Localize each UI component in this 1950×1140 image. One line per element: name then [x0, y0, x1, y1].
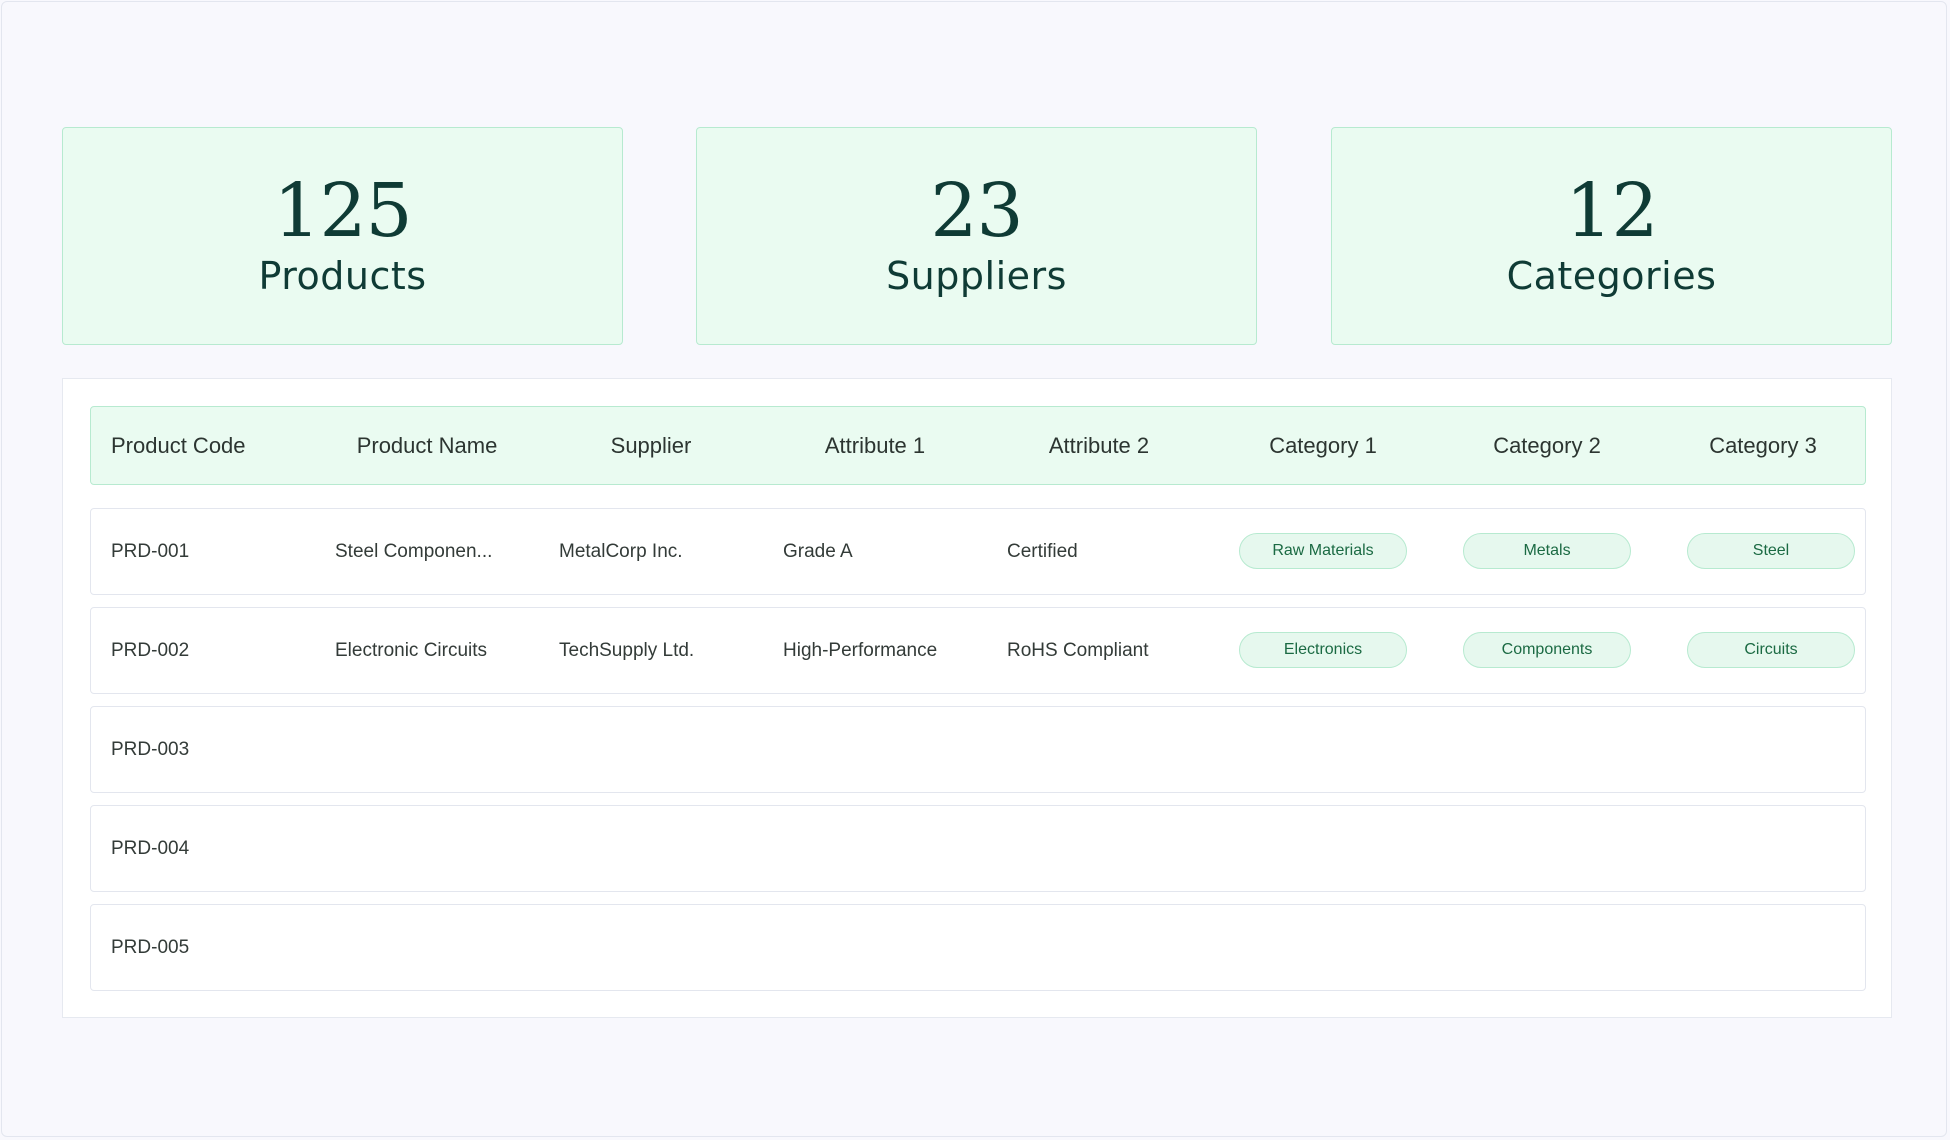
- stat-value: 23: [930, 168, 1023, 254]
- table-row[interactable]: PRD-001 Steel Componen... MetalCorp Inc.…: [90, 508, 1866, 595]
- category-tag[interactable]: Electronics: [1239, 632, 1407, 668]
- cell-product-name: Steel Componen...: [335, 541, 493, 562]
- cell-attribute-2: Certified: [1007, 541, 1078, 562]
- cell-product-code: PRD-003: [111, 739, 190, 760]
- table-row[interactable]: PRD-002 Electronic Circuits TechSupply L…: [90, 607, 1866, 694]
- cell-supplier: TechSupply Ltd.: [559, 640, 695, 661]
- cell-product-code: PRD-002: [111, 640, 190, 661]
- cell-product-code: PRD-001: [111, 541, 190, 562]
- cell-attribute-2: RoHS Compliant: [1007, 640, 1149, 661]
- table-row[interactable]: PRD-005: [90, 904, 1866, 991]
- category-tag[interactable]: Steel: [1687, 533, 1855, 569]
- table-header: Product Code Product Name Supplier Attri…: [90, 406, 1866, 485]
- category-tag[interactable]: Metals: [1463, 533, 1631, 569]
- category-tag[interactable]: Circuits: [1687, 632, 1855, 668]
- cell-attribute-1: Grade A: [783, 541, 853, 562]
- stat-label: Suppliers: [886, 254, 1067, 298]
- column-header-category-1[interactable]: Category 1: [1211, 407, 1435, 484]
- category-tag[interactable]: Components: [1463, 632, 1631, 668]
- stat-card-products[interactable]: 125 Products: [62, 127, 623, 345]
- stat-value: 125: [273, 168, 412, 254]
- table-row[interactable]: PRD-003: [90, 706, 1866, 793]
- column-header-attribute-2[interactable]: Attribute 2: [987, 407, 1211, 484]
- cell-attribute-1: High-Performance: [783, 640, 938, 661]
- cell-supplier: MetalCorp Inc.: [559, 541, 683, 562]
- column-header-product-name[interactable]: Product Name: [315, 407, 539, 484]
- column-header-category-2[interactable]: Category 2: [1435, 407, 1659, 484]
- stats-row: 125 Products 23 Suppliers 12 Categories: [62, 127, 1892, 345]
- cell-product-code: PRD-004: [111, 838, 190, 859]
- table-row[interactable]: PRD-004: [90, 805, 1866, 892]
- cell-product-code: PRD-005: [111, 937, 190, 958]
- stat-card-suppliers[interactable]: 23 Suppliers: [696, 127, 1257, 345]
- column-header-category-3[interactable]: Category 3: [1659, 407, 1867, 484]
- stat-label: Categories: [1506, 254, 1717, 298]
- column-header-supplier[interactable]: Supplier: [539, 407, 763, 484]
- cell-product-name: Electronic Circuits: [335, 640, 488, 661]
- category-tag[interactable]: Raw Materials: [1239, 533, 1407, 569]
- stat-value: 12: [1565, 168, 1658, 254]
- stat-card-categories[interactable]: 12 Categories: [1331, 127, 1892, 345]
- column-header-attribute-1[interactable]: Attribute 1: [763, 407, 987, 484]
- app-frame: 125 Products 23 Suppliers 12 Categories …: [1, 1, 1947, 1137]
- column-header-product-code[interactable]: Product Code: [91, 407, 315, 484]
- stat-label: Products: [258, 254, 427, 298]
- products-table: Product Code Product Name Supplier Attri…: [62, 378, 1892, 1018]
